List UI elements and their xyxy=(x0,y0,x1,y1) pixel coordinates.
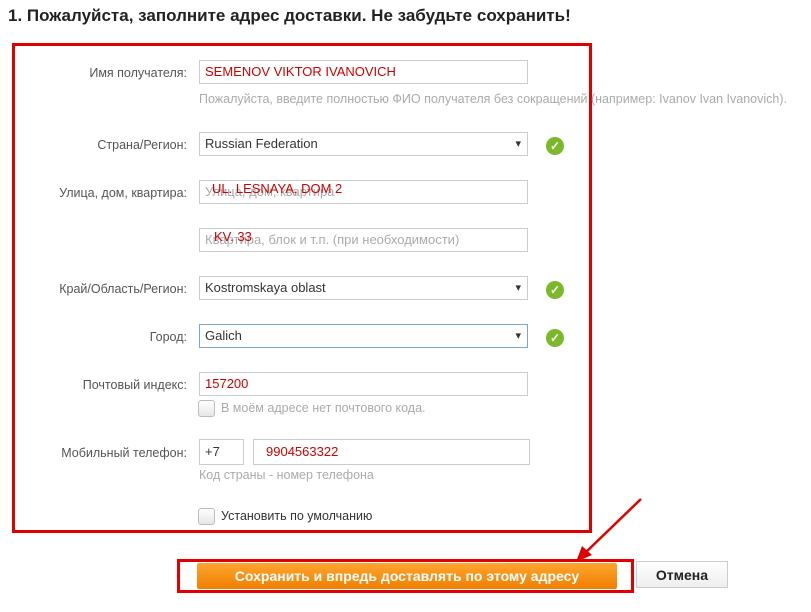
annotation-arrow-icon xyxy=(576,498,642,562)
